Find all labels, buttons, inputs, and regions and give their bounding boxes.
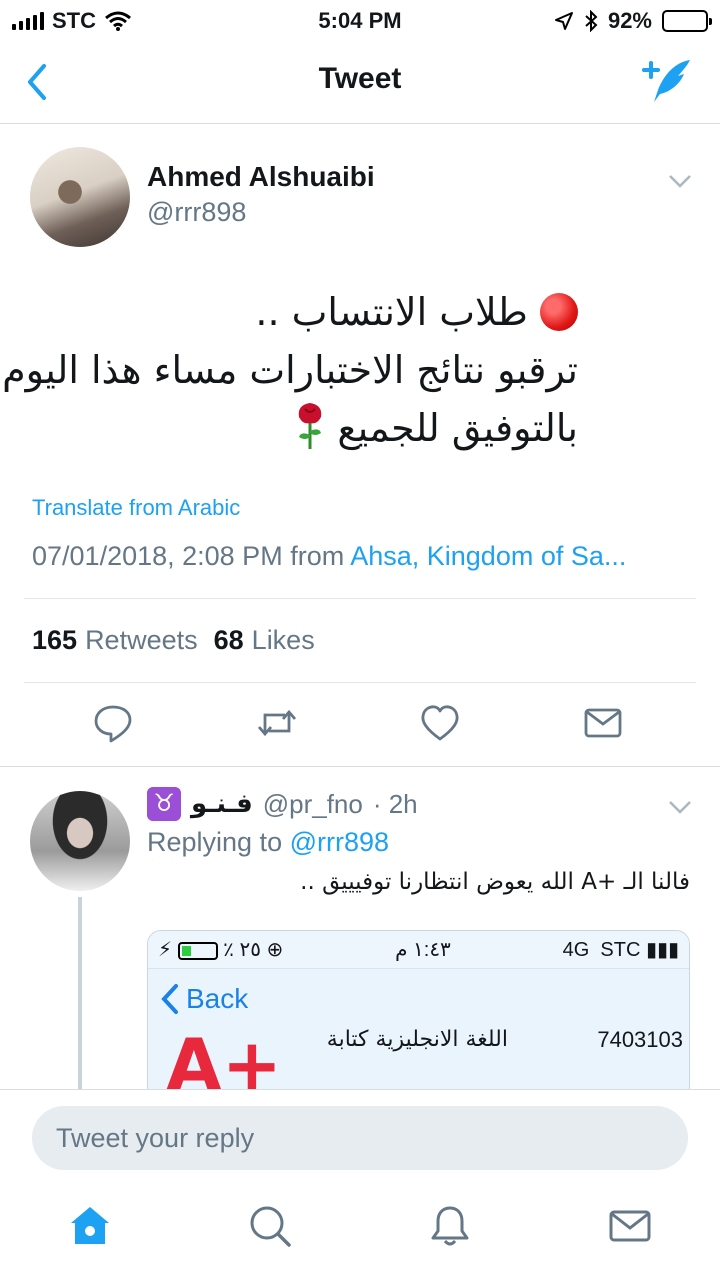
battery-percent: 92% xyxy=(607,8,652,33)
main-tweet: Ahmed Alshuaibi @rrr898 طلاب الانتساب ..… xyxy=(0,125,720,765)
avatar[interactable] xyxy=(30,791,130,891)
tweet-meta: 07/01/2018, 2:08 PM from Ahsa, Kingdom o… xyxy=(32,541,692,572)
embed-back-label: Back xyxy=(186,983,249,1014)
direct-message-icon[interactable] xyxy=(583,703,623,743)
reply-composer xyxy=(0,1089,720,1189)
likes-label: Likes xyxy=(251,625,315,655)
divider xyxy=(24,682,696,683)
status-right: 92% xyxy=(554,8,712,34)
tweet-timestamp: 07/01/2018, 2:08 PM xyxy=(32,541,283,571)
place-link[interactable]: Ahsa, Kingdom of Sa... xyxy=(350,541,626,571)
replying-to-handle[interactable]: @rrr898 xyxy=(290,827,389,857)
chevron-down-icon[interactable] xyxy=(668,173,692,189)
embed-network: 4G xyxy=(562,939,590,961)
from-label: from xyxy=(290,541,345,571)
retweets-label: Retweets xyxy=(85,625,198,655)
embed-grade: A+ xyxy=(166,1023,283,1089)
reply-text: فالنا الـ +A الله يعوض انتظارنا توفيييق … xyxy=(300,869,690,895)
reply-icon[interactable] xyxy=(93,703,133,743)
notifications-icon[interactable] xyxy=(428,1204,472,1248)
messages-icon[interactable] xyxy=(608,1204,652,1248)
tweet-text-line-1: طلاب الانتساب .. xyxy=(255,290,528,334)
replying-to: Replying to @rrr898 xyxy=(147,827,389,858)
tweet-text-line-2: ترقبو نتائج الاختبارات مساء هذا اليوم xyxy=(2,348,578,392)
page-title: Tweet xyxy=(318,62,402,95)
bluetooth-icon xyxy=(585,10,598,32)
battery-icon xyxy=(662,10,712,32)
avatar[interactable] xyxy=(30,147,130,247)
retweet-icon[interactable] xyxy=(257,703,297,743)
replying-prefix: Replying to xyxy=(147,827,283,857)
battery-icon xyxy=(177,941,218,960)
navigation-bar: Tweet xyxy=(0,40,720,124)
tweet-actions xyxy=(0,703,720,753)
embed-carrier-group: 4G STC ▮▮▮ xyxy=(563,937,679,962)
status-bar: STC 5:04 PM 92% xyxy=(0,0,720,40)
embed-battery: ٪ ٢٥ xyxy=(223,939,261,961)
reply-tweet[interactable]: ♉ فـنـو @pr_fno · 2h Replying to @rrr898… xyxy=(0,767,720,1089)
divider xyxy=(24,598,696,599)
retweets-stat[interactable]: 165 Retweets xyxy=(32,625,198,656)
reply-author-name[interactable]: فـنـو xyxy=(191,789,253,819)
author-handle[interactable]: @rrr898 xyxy=(147,197,246,228)
reply-author-handle[interactable]: @pr_fno xyxy=(263,789,363,820)
taurus-emoji-icon: ♉ xyxy=(147,787,181,821)
embed-course-name: اللغة الانجليزية كتابة xyxy=(326,1027,508,1052)
location-arrow-icon xyxy=(554,12,573,30)
tweet-text-line-3: بالتوفيق للجميع xyxy=(337,406,578,450)
reply-time: · 2h xyxy=(372,788,418,819)
embed-course-code: 7403103 xyxy=(597,1027,683,1052)
tweet-text: طلاب الانتساب .. ترقبو نتائج الاختبارات … xyxy=(2,283,578,457)
translate-link[interactable]: Translate from Arabic xyxy=(32,495,240,521)
reply-header: ♉ فـنـو @pr_fno · 2h xyxy=(147,787,418,821)
red-circle-emoji-icon xyxy=(540,293,578,331)
likes-stat[interactable]: 68 Likes xyxy=(214,625,315,656)
home-icon[interactable] xyxy=(68,1204,112,1248)
author-name[interactable]: Ahmed Alshuaibi xyxy=(147,161,375,193)
signal-strength-icon: ▮▮▮ xyxy=(645,939,679,961)
thread-line xyxy=(78,897,82,1089)
tweet-stats: 165 Retweets 68 Likes xyxy=(32,625,315,656)
embed-status-bar: ⚡ ٪ ٢٥ ⊕ ١:٤٣ م 4G STC ▮▮▮ xyxy=(148,931,689,969)
retweets-count: 165 xyxy=(32,625,78,655)
search-icon[interactable] xyxy=(248,1204,292,1248)
reply-input[interactable] xyxy=(32,1106,688,1170)
embed-battery-group: ⚡ ٪ ٢٥ ⊕ xyxy=(158,939,284,961)
attached-image[interactable]: ⚡ ٪ ٢٥ ⊕ ١:٤٣ م 4G STC ▮▮▮ Back A+ اللغة… xyxy=(147,930,690,1089)
like-icon[interactable] xyxy=(420,703,460,743)
chevron-down-icon[interactable] xyxy=(668,799,692,815)
embed-back-button: Back xyxy=(160,983,248,1015)
rose-emoji-icon xyxy=(299,403,322,449)
compose-tweet-icon[interactable] xyxy=(640,56,696,106)
tab-bar xyxy=(0,1190,720,1280)
likes-count: 68 xyxy=(213,625,244,655)
embed-carrier: STC xyxy=(600,939,641,961)
back-chevron-icon xyxy=(161,984,178,1014)
embed-time: ١:٤٣ م xyxy=(395,939,451,961)
